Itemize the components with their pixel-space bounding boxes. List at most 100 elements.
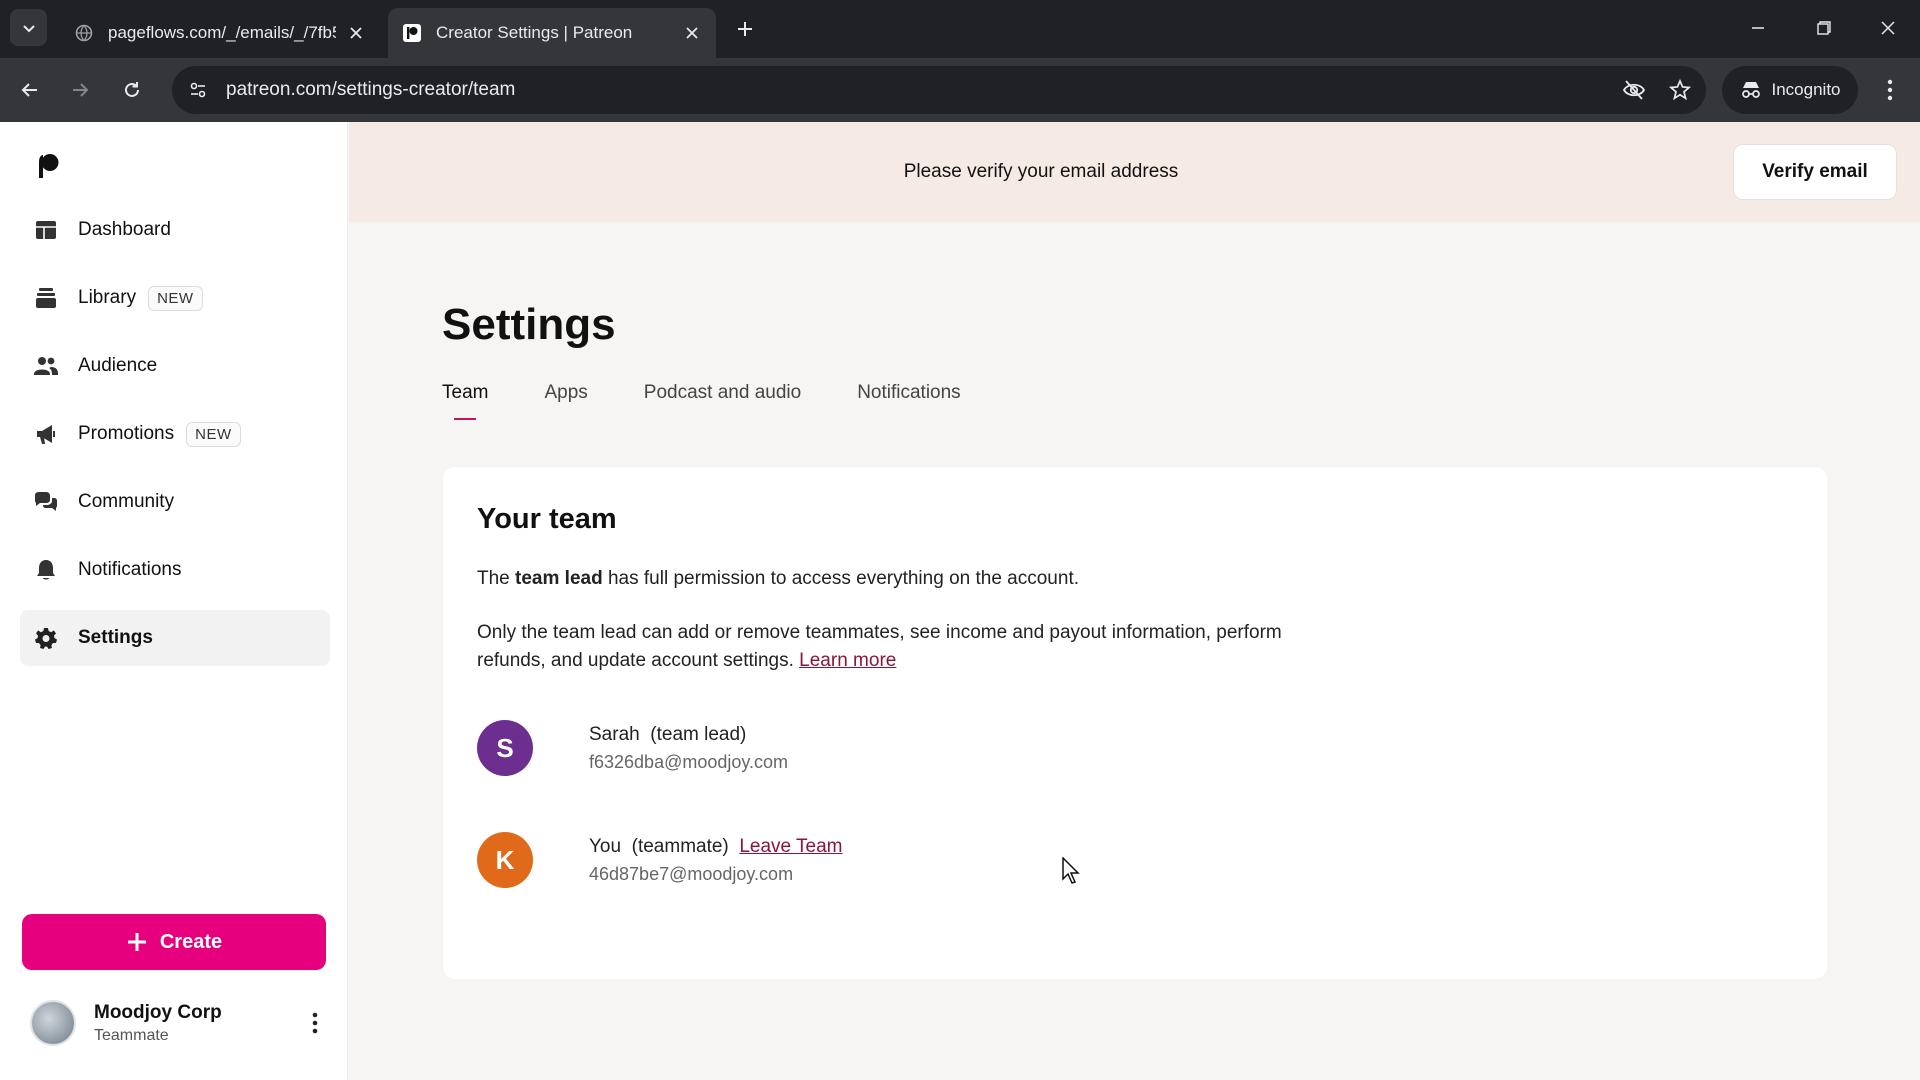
sidebar-item-label: Promotions xyxy=(78,423,175,444)
restore-icon xyxy=(1817,21,1831,35)
sidebar-item-notifications[interactable]: Notifications xyxy=(20,542,330,598)
member-role: (teammate) xyxy=(631,835,729,857)
sidebar-item-label: Notifications xyxy=(78,559,182,580)
new-tab-button[interactable] xyxy=(730,14,760,44)
sidebar-item-label: Audience xyxy=(78,355,158,376)
account-menu-button[interactable] xyxy=(300,1003,330,1043)
browser-tab-patreon[interactable]: Creator Settings | Patreon xyxy=(388,8,716,58)
restore-button[interactable] xyxy=(1806,12,1842,44)
team-member-row: S Sarah (team lead) f6326dba@moodjoy.com xyxy=(477,720,788,776)
new-badge: NEW xyxy=(148,285,203,311)
p1-suffix: has full permission to access everything… xyxy=(602,568,1079,589)
sidebar-item-label: Dashboard xyxy=(78,219,171,240)
sidebar-item-label: Community xyxy=(78,491,175,512)
member-name: Sarah xyxy=(589,723,640,745)
globe-icon xyxy=(74,23,94,43)
bell-icon xyxy=(34,558,58,582)
create-button[interactable]: Create xyxy=(22,914,326,970)
reload-button[interactable] xyxy=(116,74,148,106)
page-title: Settings xyxy=(442,300,616,349)
member-avatar: K xyxy=(477,832,533,888)
member-email: f6326dba@moodjoy.com xyxy=(589,751,789,772)
close-tab-icon[interactable] xyxy=(346,23,366,43)
card-heading: Your team xyxy=(477,503,617,535)
account-switcher[interactable]: Moodjoy Corp Teammate xyxy=(30,994,330,1052)
incognito-indicator[interactable]: Incognito xyxy=(1722,66,1858,114)
incognito-label: Incognito xyxy=(1771,80,1841,99)
banner-message: Please verify your email address xyxy=(903,161,1179,182)
tab-search-button[interactable] xyxy=(10,9,47,46)
sidebar-item-library[interactable]: Library NEW xyxy=(20,270,330,326)
arrow-right-icon xyxy=(73,83,89,97)
audience-icon xyxy=(34,354,58,378)
p2-line1: Only the team lead can add or remove tea… xyxy=(477,622,1282,643)
sidebar-item-promotions[interactable]: Promotions NEW xyxy=(20,406,330,462)
tab-team[interactable]: Team xyxy=(442,382,488,420)
tab-podcast-and-audio[interactable]: Podcast and audio xyxy=(644,382,801,414)
new-badge: NEW xyxy=(186,421,241,447)
sidebar-item-dashboard[interactable]: Dashboard xyxy=(20,202,330,258)
patreon-logo-icon[interactable] xyxy=(34,152,62,180)
minimize-icon xyxy=(1752,27,1764,29)
close-icon xyxy=(1881,21,1895,35)
member-name-line: Sarah (team lead) xyxy=(589,724,788,746)
close-window-button[interactable] xyxy=(1870,12,1906,44)
tab-notifications[interactable]: Notifications xyxy=(857,382,961,414)
address-bar[interactable]: patreon.com/settings-creator/team xyxy=(172,66,1706,114)
back-button[interactable] xyxy=(14,74,46,106)
browser-toolbar: patreon.com/settings-creator/team Incogn… xyxy=(0,58,1920,122)
library-icon xyxy=(34,286,58,310)
p1-bold: team lead xyxy=(515,568,603,589)
create-label: Create xyxy=(159,930,223,953)
arrow-left-icon xyxy=(21,83,37,97)
team-lead-description: The team lead has full permission to acc… xyxy=(477,568,1079,590)
browser-tabbar: pageflows.com/_/emails/_/7fb5 Creator Se… xyxy=(0,0,1920,58)
sidebar-nav: Dashboard Library NEW Audience Promotion… xyxy=(20,202,330,678)
member-name-line: You (teammate) Leave Team xyxy=(589,836,843,858)
member-email: 46d87be7@moodjoy.com xyxy=(589,863,794,884)
learn-more-link[interactable]: Learn more xyxy=(799,650,896,671)
sidebar-item-audience[interactable]: Audience xyxy=(20,338,330,394)
close-tab-icon[interactable] xyxy=(682,23,702,43)
patreon-favicon-icon xyxy=(402,23,422,43)
mouse-cursor-icon xyxy=(1062,856,1082,890)
settings-tabs: Team Apps Podcast and audio Notification… xyxy=(442,382,961,420)
tab-apps[interactable]: Apps xyxy=(544,382,587,414)
verify-email-button[interactable]: Verify email xyxy=(1733,144,1897,200)
incognito-icon xyxy=(1741,82,1760,98)
star-icon[interactable] xyxy=(1660,70,1700,110)
leave-team-link[interactable]: Leave Team xyxy=(739,836,842,857)
plus-icon xyxy=(127,933,146,951)
browser-menu-button[interactable] xyxy=(1874,74,1906,106)
megaphone-icon xyxy=(34,422,58,446)
chat-icon xyxy=(34,490,58,514)
team-member-row: K You (teammate) Leave Team 46d87be7@moo… xyxy=(477,832,843,888)
sidebar-item-label: Library xyxy=(78,287,137,308)
url-text: patreon.com/settings-creator/team xyxy=(226,79,516,100)
more-vertical-icon xyxy=(312,1012,318,1034)
dashboard-icon xyxy=(34,218,58,242)
p1-prefix: The xyxy=(477,568,516,589)
reload-icon xyxy=(125,82,139,97)
member-role: (team lead) xyxy=(650,723,747,745)
more-vertical-icon xyxy=(1887,79,1893,101)
sidebar: Dashboard Library NEW Audience Promotion… xyxy=(0,122,348,1080)
browser-tab-pageflows[interactable]: pageflows.com/_/emails/_/7fb5 xyxy=(60,8,380,58)
account-role: Teammate xyxy=(94,1026,169,1044)
gear-icon xyxy=(34,626,58,650)
p2-line2: refunds, and update account settings. xyxy=(477,650,794,671)
tab-title: pageflows.com/_/emails/_/7fb5 xyxy=(108,23,336,42)
avatar xyxy=(30,1000,76,1046)
verify-email-banner: Please verify your email address Verify … xyxy=(349,122,1920,222)
sidebar-item-label: Settings xyxy=(78,627,153,648)
sidebar-item-community[interactable]: Community xyxy=(20,474,330,530)
forward-button[interactable] xyxy=(64,74,96,106)
eye-off-icon[interactable] xyxy=(1614,70,1654,110)
sidebar-item-settings[interactable]: Settings xyxy=(20,610,330,666)
team-permissions-description: Only the team lead can add or remove tea… xyxy=(477,619,1357,675)
site-settings-icon[interactable] xyxy=(178,70,218,110)
member-avatar: S xyxy=(477,720,533,776)
minimize-button[interactable] xyxy=(1740,12,1776,44)
account-name: Moodjoy Corp xyxy=(94,1001,222,1023)
plus-icon xyxy=(738,22,752,36)
